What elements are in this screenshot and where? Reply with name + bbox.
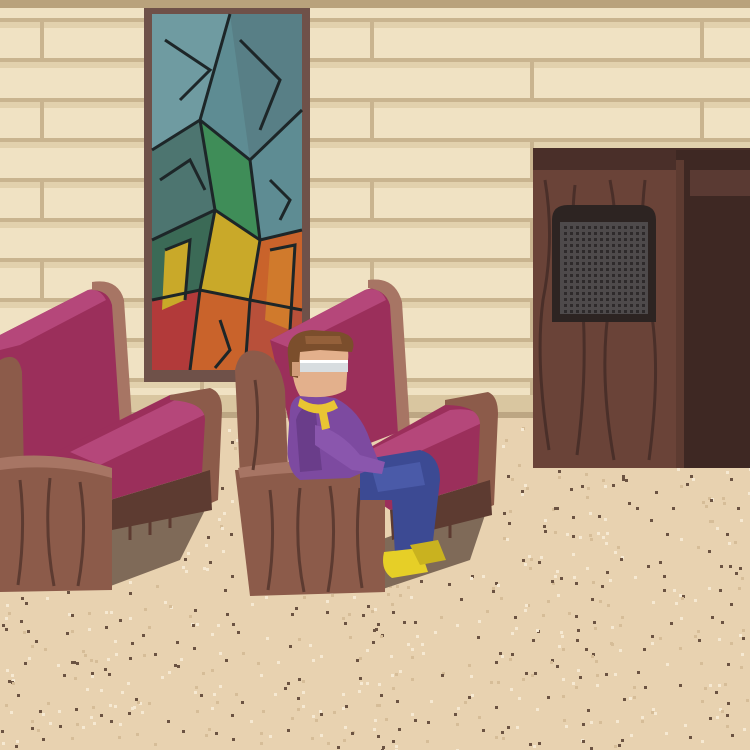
scene-canvas (0, 0, 750, 750)
confessional-booth[interactable] (533, 148, 750, 468)
confessional-grille (552, 205, 656, 322)
game-scene (0, 0, 750, 750)
stained-glass-window[interactable] (144, 8, 310, 382)
